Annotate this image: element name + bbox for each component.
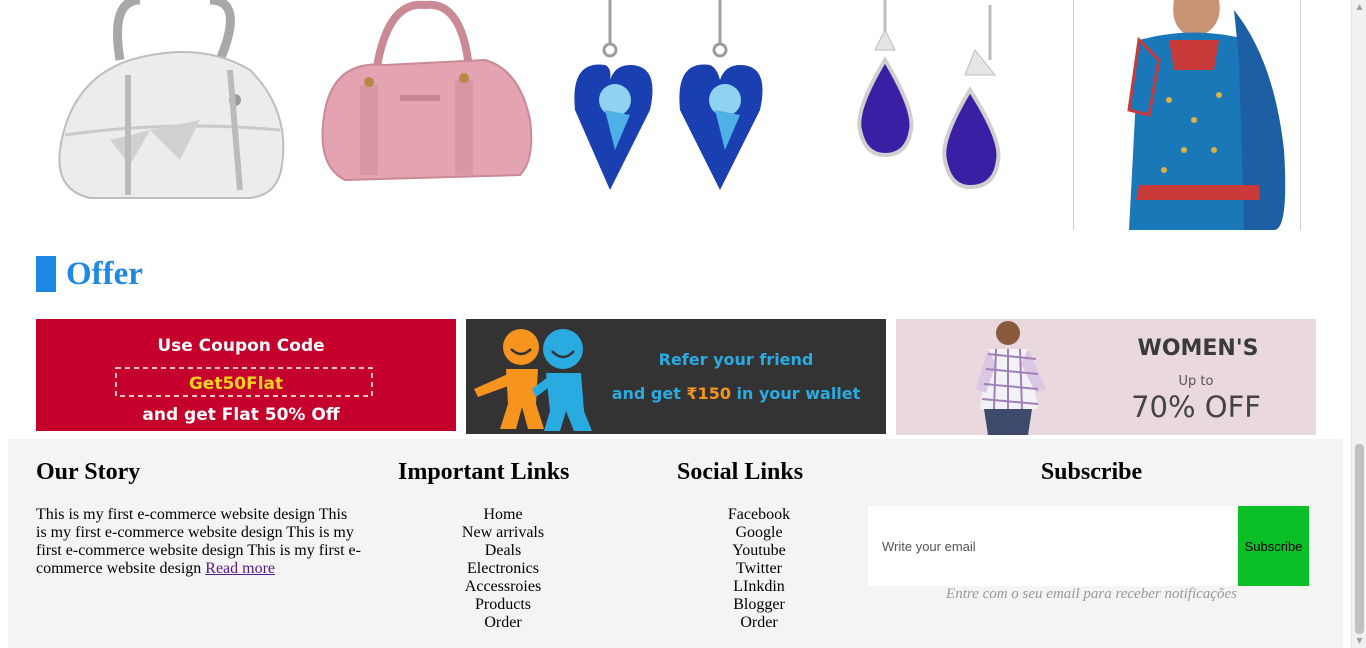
refer-amount: ₹150 bbox=[686, 384, 731, 403]
social-link-twitter[interactable]: Twitter bbox=[659, 560, 859, 578]
social-links-list: Facebook Google Youtube Twitter LInkdin … bbox=[659, 506, 859, 632]
coupon-code: Get50Flat bbox=[189, 374, 283, 394]
offer-title: Offer bbox=[66, 255, 143, 292]
page-scrollbar[interactable]: ▲ ▼ bbox=[1351, 0, 1366, 648]
important-links-list: Home New arrivals Deals Electronics Acce… bbox=[403, 506, 603, 632]
social-link-google[interactable]: Google bbox=[659, 524, 859, 542]
offer-heading: Offer bbox=[36, 255, 143, 293]
social-link-order[interactable]: Order bbox=[659, 614, 859, 632]
heart-earrings-image[interactable] bbox=[560, 0, 780, 230]
offer-accent-bar bbox=[36, 256, 56, 292]
important-link-deals[interactable]: Deals bbox=[403, 542, 603, 560]
important-link-accessories[interactable]: Accessroies bbox=[403, 578, 603, 596]
our-story-title: Our Story bbox=[36, 459, 141, 485]
coupon-line1: Use Coupon Code bbox=[157, 336, 324, 356]
social-links-title: Social Links bbox=[677, 459, 804, 485]
social-link-youtube[interactable]: Youtube bbox=[659, 542, 859, 560]
refer-line2-post: in your wallet bbox=[731, 384, 861, 403]
scroll-down-icon[interactable]: ▼ bbox=[1352, 634, 1366, 648]
email-field[interactable]: Write your email bbox=[868, 506, 1238, 586]
read-more-link[interactable]: Read more bbox=[205, 560, 275, 577]
important-links-title: Important Links bbox=[398, 459, 570, 485]
our-story-body: This is my first e-commerce website desi… bbox=[36, 506, 361, 577]
womens-upto: Up to bbox=[1179, 374, 1214, 389]
subscribe-title: Subscribe bbox=[1040, 459, 1143, 485]
social-link-linkedin[interactable]: LInkdin bbox=[659, 578, 859, 596]
refer-banner[interactable]: Refer your friend and get ₹150 in your w… bbox=[466, 319, 886, 434]
scroll-up-icon[interactable]: ▲ bbox=[1352, 0, 1366, 14]
womens-title: WOMEN'S bbox=[1138, 336, 1259, 361]
refer-line1: Refer your friend bbox=[659, 350, 814, 369]
social-link-blogger[interactable]: Blogger bbox=[659, 596, 859, 614]
coupon-line2: and get Flat 50% Off bbox=[142, 405, 339, 425]
scroll-thumb[interactable] bbox=[1355, 444, 1364, 634]
friends-icon bbox=[474, 329, 592, 431]
important-link-products[interactable]: Products bbox=[403, 596, 603, 614]
white-handbag-image[interactable] bbox=[50, 0, 290, 230]
coupon-banner[interactable]: Use Coupon Code Get50Flat and get Flat 5… bbox=[36, 319, 456, 431]
product-strip bbox=[0, 0, 1351, 230]
model-image bbox=[976, 321, 1046, 435]
womens-discount: 70% OFF bbox=[1131, 390, 1261, 424]
important-link-home[interactable]: Home bbox=[403, 506, 603, 524]
subscribe-note: Entre com o seu email para receber notif… bbox=[946, 586, 1237, 602]
social-link-facebook[interactable]: Facebook bbox=[659, 506, 859, 524]
footer: Our Story This is my first e-commerce we… bbox=[8, 439, 1343, 648]
pink-handbag-image[interactable] bbox=[305, 0, 540, 230]
sapphire-earrings-image[interactable] bbox=[845, 0, 1015, 230]
important-link-new-arrivals[interactable]: New arrivals bbox=[403, 524, 603, 542]
subscribe-button[interactable]: Subscribe bbox=[1238, 506, 1309, 586]
important-link-order[interactable]: Order bbox=[403, 614, 603, 632]
our-story-text: This is my first e-commerce website desi… bbox=[36, 506, 361, 578]
important-link-electronics[interactable]: Electronics bbox=[403, 560, 603, 578]
blue-dress-image[interactable] bbox=[1073, 0, 1301, 230]
womens-banner[interactable]: WOMEN'S Up to 70% OFF bbox=[896, 319, 1316, 435]
refer-line2-pre: and get bbox=[612, 384, 687, 403]
refer-line2: and get ₹150 in your wallet bbox=[612, 384, 861, 403]
